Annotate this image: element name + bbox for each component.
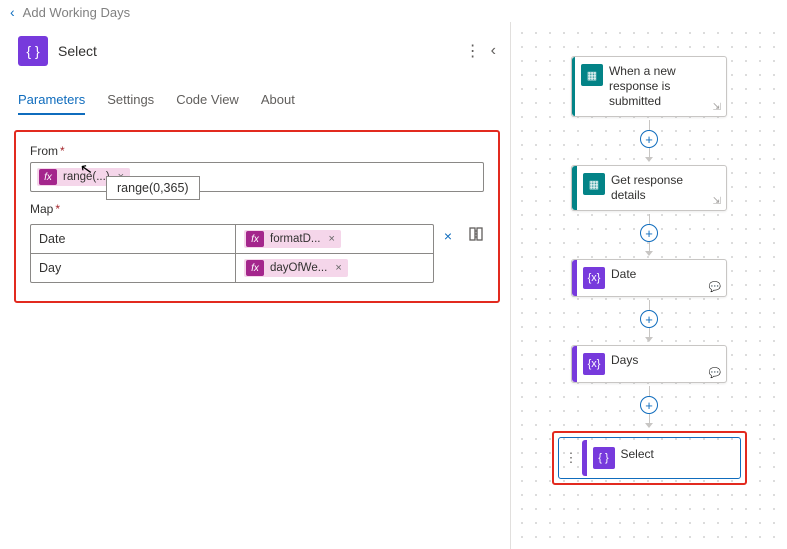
back-chevron-icon[interactable]: ‹	[10, 4, 15, 20]
page-title: Add Working Days	[23, 5, 130, 20]
collapse-chevron-icon[interactable]: ‹	[491, 42, 496, 60]
map-label: Map*	[30, 202, 484, 216]
flow-card-get-response[interactable]: ▦ Get response details ⇲	[571, 165, 727, 211]
select-icon: { }	[593, 447, 615, 469]
map-row: Date fx formatD... ×	[31, 225, 433, 254]
flow-card-selected-highlight: ⋮ { } Select	[552, 431, 747, 485]
add-step-button[interactable]: +	[640, 130, 658, 148]
from-input[interactable]: fx range(...) ×	[30, 162, 484, 192]
add-step-button[interactable]: +	[640, 396, 658, 414]
card-comment-icon[interactable]: 💬	[709, 368, 721, 379]
flow-connector: +	[640, 300, 658, 342]
flow-card-trigger[interactable]: ▦ When a new response is submitted ⇲	[571, 56, 727, 117]
tab-about[interactable]: About	[261, 86, 295, 115]
add-step-button[interactable]: +	[640, 310, 658, 328]
map-value-input[interactable]: fx dayOfWe... ×	[236, 254, 433, 282]
page-header: ‹ Add Working Days	[0, 0, 787, 22]
forms-icon: ▦	[581, 64, 603, 86]
parameters-highlight: From* fx range(...) × Map* Date	[14, 130, 500, 303]
flow-canvas[interactable]: ▦ When a new response is submitted ⇲ + ▦…	[510, 22, 787, 549]
token-text: formatD...	[270, 233, 320, 245]
flow-card-select[interactable]: { } Select	[582, 440, 738, 476]
map-row: Day fx dayOfWe... ×	[31, 254, 433, 282]
token-text: dayOfWe...	[270, 262, 327, 274]
variable-icon: {x}	[583, 267, 605, 289]
clear-map-icon[interactable]: ×	[444, 228, 452, 244]
flow-card-date[interactable]: {x} Date 💬	[571, 259, 727, 297]
flow-connector: +	[640, 386, 658, 428]
card-expand-icon[interactable]: ⇲	[713, 102, 721, 113]
card-comment-icon[interactable]: 💬	[709, 282, 721, 293]
flow-connector: +	[640, 120, 658, 162]
select-icon: { }	[18, 36, 48, 66]
panel-header: { } Select ⋮ ‹	[14, 30, 500, 76]
token-remove-icon[interactable]: ×	[328, 233, 334, 245]
token-remove-icon[interactable]: ×	[335, 262, 341, 274]
fx-icon: fx	[39, 169, 57, 185]
card-expand-icon[interactable]: ⇲	[713, 196, 721, 207]
card-title: Date	[611, 260, 642, 289]
forms-icon: ▦	[583, 173, 605, 195]
map-expression-token[interactable]: fx dayOfWe... ×	[244, 259, 348, 277]
map-key-input[interactable]: Date	[31, 225, 236, 253]
expression-tooltip: range(0,365)	[106, 176, 200, 200]
card-title: When a new response is submitted	[609, 57, 726, 116]
map-expression-token[interactable]: fx formatD... ×	[244, 230, 341, 248]
card-title: Days	[611, 346, 644, 375]
map-key-input[interactable]: Day	[31, 254, 236, 282]
action-details-panel: { } Select ⋮ ‹ Parameters Settings Code …	[0, 22, 510, 549]
tab-settings[interactable]: Settings	[107, 86, 154, 115]
add-step-button[interactable]: +	[640, 224, 658, 242]
panel-title: Select	[58, 43, 97, 59]
flow-card-days[interactable]: {x} Days 💬	[571, 345, 727, 383]
fx-icon: fx	[246, 260, 264, 276]
from-label: From*	[30, 144, 484, 158]
panel-tabs: Parameters Settings Code View About	[14, 86, 500, 116]
card-title: Get response details	[611, 166, 726, 210]
map-value-input[interactable]: fx formatD... ×	[236, 225, 433, 253]
switch-map-mode-icon[interactable]	[468, 226, 484, 245]
map-table: Date fx formatD... × Day	[30, 224, 434, 283]
tab-parameters[interactable]: Parameters	[18, 86, 85, 115]
drag-handle-icon[interactable]: ⋮	[561, 450, 582, 466]
more-menu-icon[interactable]: ⋮	[465, 41, 481, 61]
fx-icon: fx	[246, 231, 264, 247]
flow-connector: +	[640, 214, 658, 256]
variable-icon: {x}	[583, 353, 605, 375]
card-title: Select	[621, 440, 660, 469]
tab-code-view[interactable]: Code View	[176, 86, 239, 115]
